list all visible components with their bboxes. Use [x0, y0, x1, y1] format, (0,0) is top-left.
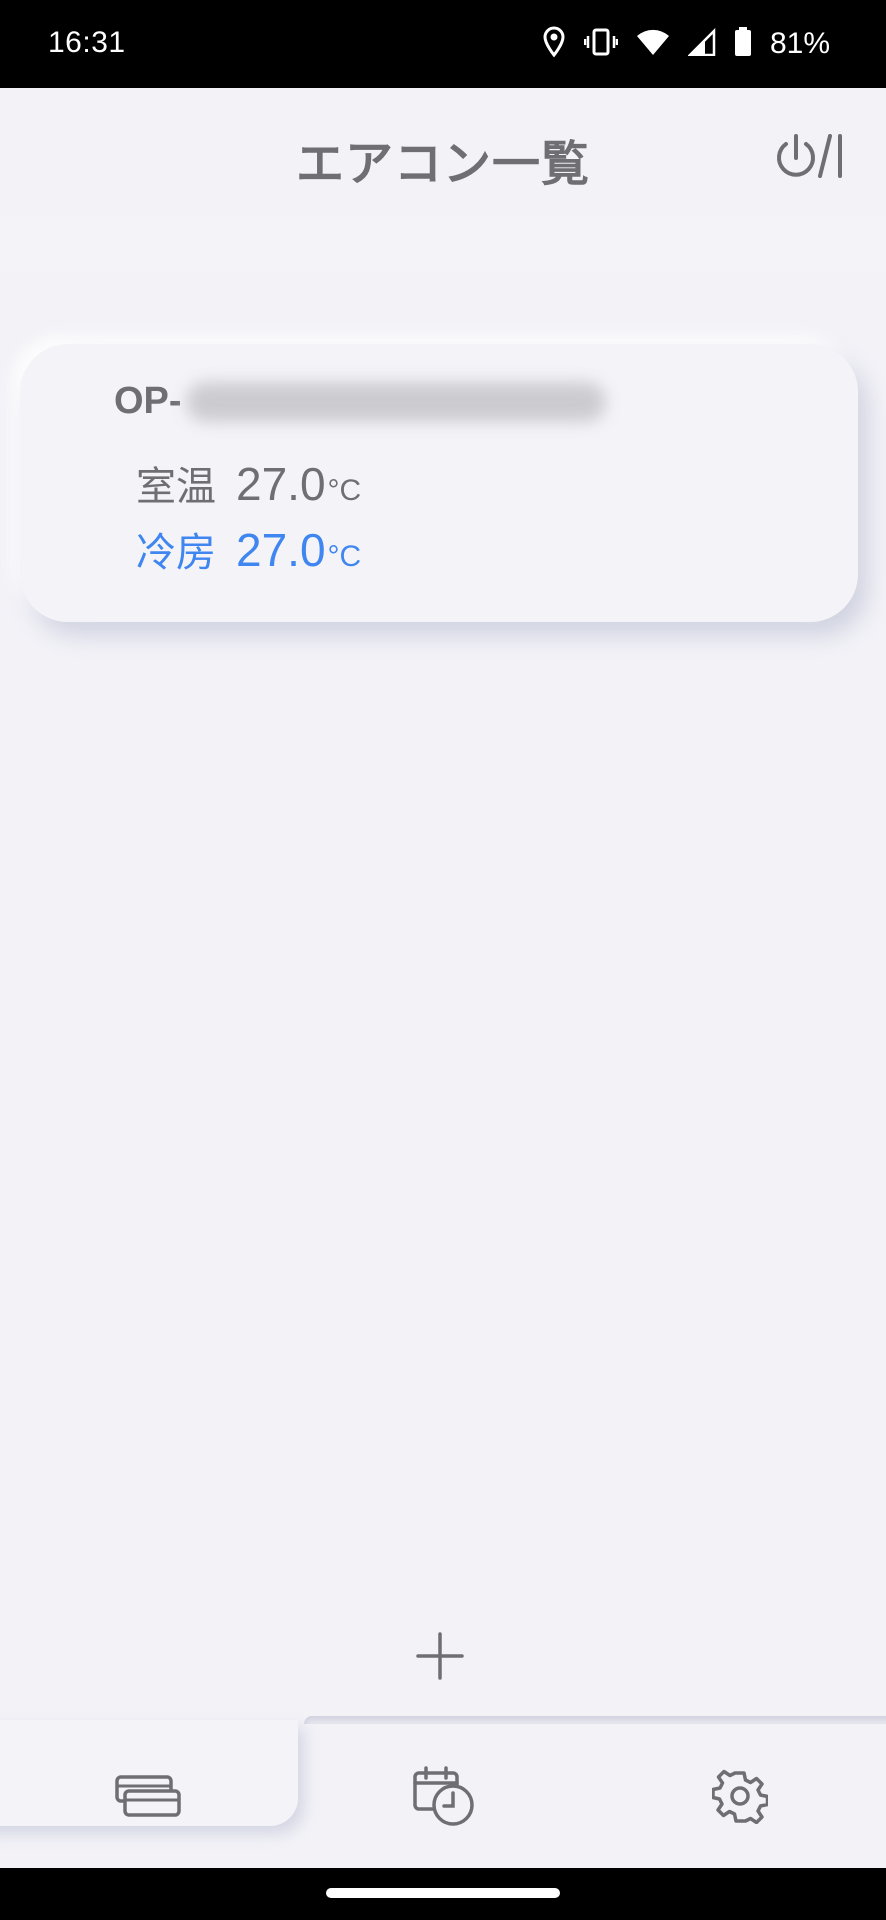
plus-icon — [416, 1632, 464, 1680]
room-temperature-row: 室温 27.0 °C — [136, 454, 361, 512]
room-temperature-value: 27.0 — [236, 458, 326, 510]
status-icons: 81% — [542, 24, 830, 64]
header-divider — [0, 200, 886, 290]
timer-schedule-icon — [413, 1766, 474, 1826]
vibrate-icon — [583, 27, 619, 61]
app-header: エアコン一覧 — [0, 88, 886, 218]
mode-temperature-row: 冷房 27.0 °C — [136, 520, 361, 578]
add-aircon-button[interactable] — [408, 1624, 472, 1688]
home-gesture-handle[interactable] — [326, 1888, 560, 1898]
gesture-navigation-area — [0, 1868, 886, 1920]
wifi-icon — [636, 28, 670, 60]
nav-settings[interactable] — [700, 1756, 780, 1836]
power-toggle-button[interactable] — [770, 128, 846, 184]
page-title: エアコン一覧 — [295, 136, 590, 192]
set-temperature-unit: °C — [327, 540, 362, 573]
aircon-list-icon — [115, 1775, 181, 1817]
set-temperature-value: 27.0 — [236, 524, 326, 576]
power-toggle-icon — [777, 134, 842, 178]
bottom-navigation — [0, 1716, 886, 1868]
nav-aircon-list[interactable] — [108, 1756, 188, 1836]
battery-percentage: 81% — [769, 27, 830, 60]
mode-label: 冷房 — [136, 530, 216, 576]
aircon-name: OP- — [114, 380, 606, 423]
aircon-name-redacted — [185, 381, 606, 422]
status-time: 16:31 — [48, 26, 126, 59]
settings-gear-icon — [712, 1769, 768, 1824]
battery-icon — [734, 27, 752, 61]
location-icon — [542, 26, 566, 62]
signal-icon — [686, 27, 716, 60]
status-bar: 16:31 81% — [0, 0, 886, 88]
bottom-nav-edge — [304, 1716, 886, 1724]
aircon-name-prefix: OP- — [114, 380, 182, 422]
room-temperature-label: 室温 — [136, 464, 216, 510]
room-temperature-unit: °C — [327, 474, 362, 507]
nav-timer[interactable] — [404, 1756, 484, 1836]
aircon-card[interactable]: OP- 室温 27.0 °C 冷房 27.0 °C — [20, 344, 858, 622]
